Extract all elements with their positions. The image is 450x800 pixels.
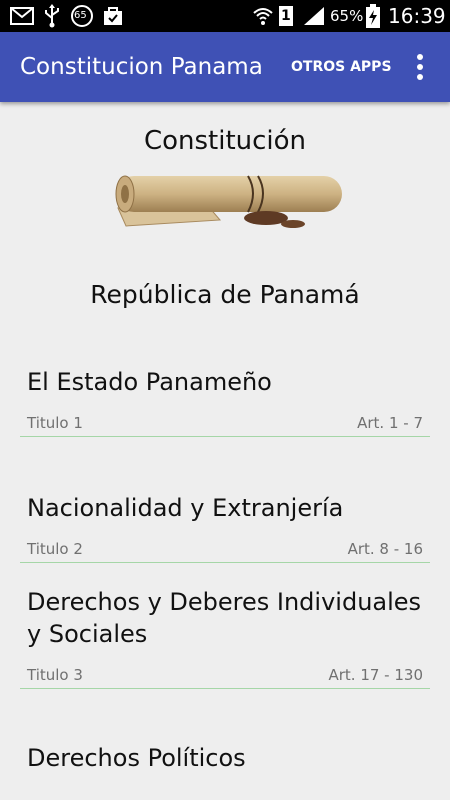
signal-icon [302,0,326,32]
item-articles: Art. 8 - 16 [347,540,423,558]
overflow-menu-icon[interactable] [404,46,436,88]
scroll-image [108,168,348,234]
item-title: Derechos Políticos [27,744,246,772]
notification-badge: 65 [74,10,87,21]
item-divider [20,688,430,689]
item-articles: Art. 17 - 130 [328,666,423,684]
item-title: Nacionalidad y Extranjería [27,494,344,522]
list-item[interactable]: Derechos y Deberes Individuales y Social… [0,572,450,690]
content-list[interactable]: Constitución República de Panamá El Esta… [0,102,450,800]
list-item[interactable]: Derechos Políticos [0,728,450,800]
item-titulo: Titulo 1 [27,414,83,432]
battery-charging-icon [366,0,380,32]
shopping-bag-icon [102,0,124,32]
list-item[interactable]: El Estado Panameño Titulo 1 Art. 1 - 7 [0,352,450,438]
usb-icon [42,0,62,32]
item-divider [20,562,430,563]
header-title: Constitución [143,126,307,156]
wifi-icon [252,0,274,32]
mail-icon [10,0,34,32]
item-title: Derechos y Deberes Individuales y Social… [27,588,422,648]
battery-percent: 65% [330,7,364,25]
list-item[interactable]: Nacionalidad y Extranjería Titulo 2 Art.… [0,478,450,564]
app-title: Constitucion Panama [20,54,263,80]
item-articles: Art. 1 - 7 [357,414,423,432]
app-bar: Constitucion Panama OTROS APPS [0,32,450,102]
item-titulo: Titulo 3 [27,666,83,684]
sim-badge: 1 [281,8,291,24]
item-title: El Estado Panameño [27,368,272,396]
clock: 16:39 [388,4,446,28]
otros-apps-button[interactable]: OTROS APPS [285,46,398,88]
item-titulo: Titulo 2 [27,540,83,558]
status-bar: 65 1 65% 16:39 [0,0,450,32]
item-divider [20,436,430,437]
header-subtitle: República de Panamá [90,280,360,309]
